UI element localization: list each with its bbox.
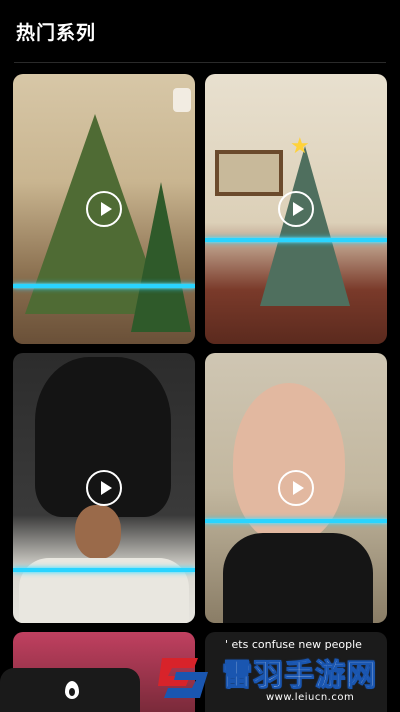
flame-icon[interactable] [65,681,79,699]
video-card-tree-hair[interactable] [13,74,195,344]
scan-line [205,519,387,523]
play-icon[interactable] [278,470,314,506]
star-icon: ★ [290,134,310,159]
thumbnail-shape [131,182,191,332]
play-icon[interactable] [86,191,122,227]
thumbnail-shape [173,88,191,112]
page-title: 热门系列 [16,22,97,44]
scan-line [205,238,387,242]
play-icon[interactable] [278,191,314,227]
thumbnail-shape [75,505,121,559]
video-card-tall-hair[interactable] [13,353,195,623]
scan-line [13,568,195,572]
play-icon[interactable] [86,470,122,506]
thumbnail-shape [260,146,350,306]
watermark-url: www.leiucn.com [266,692,355,703]
video-card-bald-face[interactable] [205,353,387,623]
video-card-tree-costume[interactable]: ★ [205,74,387,344]
header: 热门系列 [0,0,400,64]
header-divider [14,62,386,63]
scan-line [13,284,195,288]
thumbnail-shape [223,533,373,623]
watermark-brand: 雷羽手游网 [222,658,377,694]
watermark: 雷羽手游网 www.leiucn.com [146,640,400,712]
brand-logo-icon [158,658,208,698]
